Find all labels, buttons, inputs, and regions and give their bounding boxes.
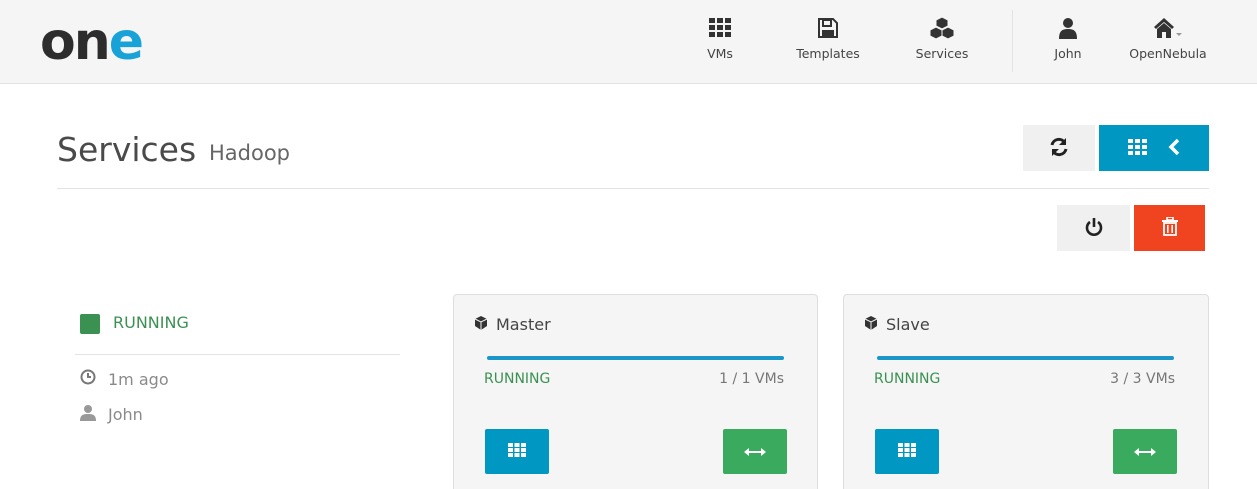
home-icon: [1153, 14, 1183, 42]
service-state: RUNNING: [113, 313, 189, 332]
role-card-slave[interactable]: Slave RUNNING 3 / 3 VMs: [843, 294, 1209, 489]
nav-vms[interactable]: VMs: [699, 14, 741, 70]
grid-icon: [898, 442, 916, 461]
nav-divider: [1012, 10, 1013, 72]
top-bar: on e VMs Templates Services John OpenNebu…: [0, 0, 1257, 84]
role-progress-bar: [877, 356, 1174, 360]
role-state: RUNNING: [874, 371, 941, 387]
title-divider: [57, 188, 1209, 189]
grid-icon: [1128, 138, 1148, 158]
nav-vms-label: VMs: [707, 46, 733, 61]
delete-button[interactable]: [1134, 205, 1205, 251]
role-vm-count: 3 / 3 VMs: [1110, 371, 1175, 387]
role-name: Master: [496, 315, 551, 334]
nav-zone-label: OpenNebula: [1129, 46, 1207, 61]
logo[interactable]: on e: [40, 12, 144, 72]
nav-templates[interactable]: Templates: [786, 14, 870, 70]
clock-icon: [80, 369, 96, 389]
cubes-icon: [929, 14, 955, 42]
grid-icon: [508, 442, 526, 461]
refresh-button[interactable]: [1023, 125, 1095, 171]
shutdown-button[interactable]: [1057, 205, 1130, 251]
trash-icon: [1161, 216, 1178, 239]
arrows-horizontal-icon: [744, 442, 766, 461]
service-owner-text: John: [108, 405, 143, 424]
role-state: RUNNING: [484, 371, 551, 387]
role-scale-button[interactable]: [723, 429, 787, 474]
nav-user[interactable]: John: [1048, 14, 1088, 70]
info-divider: [75, 354, 400, 355]
service-owner: John: [80, 404, 143, 425]
user-icon: [80, 404, 96, 425]
role-vms-button[interactable]: [875, 429, 939, 474]
nav-zone[interactable]: OpenNebula: [1124, 14, 1212, 70]
logo-accent: e: [108, 12, 144, 72]
logo-text: on: [40, 12, 111, 72]
role-name: Slave: [886, 315, 930, 334]
page-subtitle: Hadoop: [209, 141, 291, 165]
nav-user-label: John: [1054, 46, 1082, 61]
cube-icon: [474, 315, 488, 334]
role-progress-bar: [487, 356, 784, 360]
chevron-left-icon: [1168, 138, 1180, 159]
nav-services[interactable]: Services: [907, 14, 977, 70]
nav-templates-label: Templates: [796, 46, 860, 61]
list-view-button[interactable]: [1099, 125, 1209, 171]
user-icon: [1059, 14, 1077, 42]
grid-icon: [709, 14, 731, 42]
page-title: Services: [57, 130, 197, 169]
status-indicator: [80, 314, 100, 334]
role-vm-count: 1 / 1 VMs: [719, 371, 784, 387]
cube-icon: [864, 315, 878, 334]
refresh-icon: [1049, 137, 1069, 160]
service-time-text: 1m ago: [108, 369, 169, 389]
service-time: 1m ago: [80, 369, 169, 389]
nav-services-label: Services: [915, 46, 969, 61]
role-card-master[interactable]: Master RUNNING 1 / 1 VMs: [453, 294, 818, 489]
floppy-icon: [818, 14, 838, 42]
arrows-horizontal-icon: [1134, 442, 1156, 461]
role-header: Master: [474, 315, 551, 334]
role-header: Slave: [864, 315, 930, 334]
power-icon: [1084, 217, 1104, 240]
role-scale-button[interactable]: [1113, 429, 1177, 474]
role-vms-button[interactable]: [485, 429, 549, 474]
